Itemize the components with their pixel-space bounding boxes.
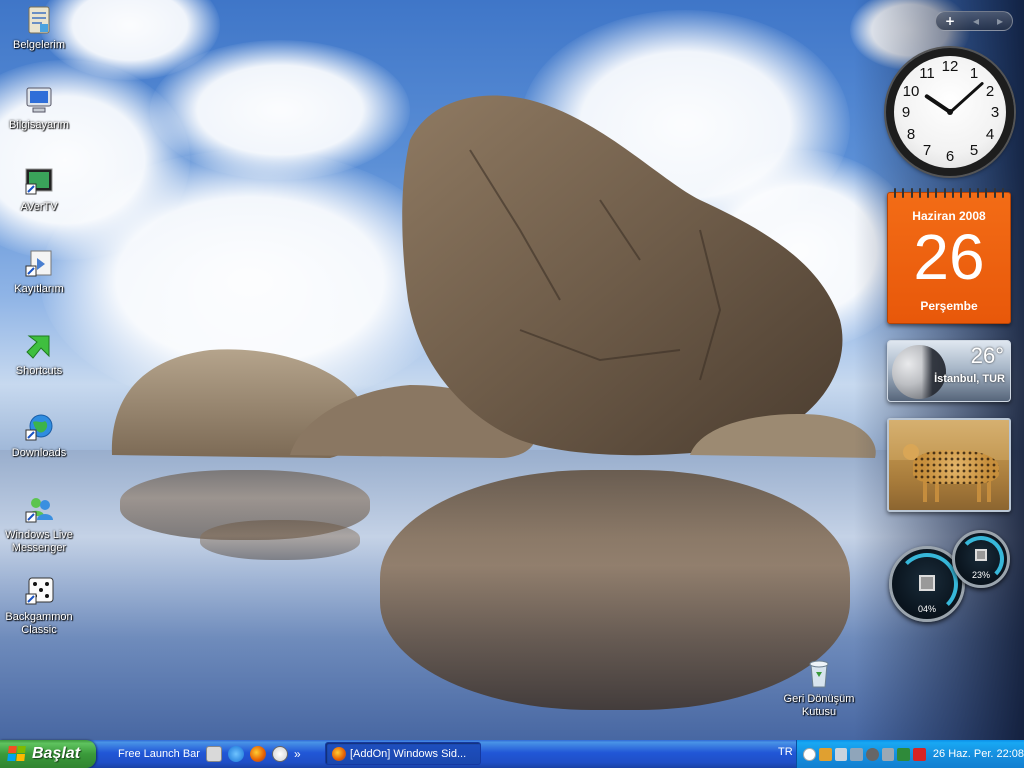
quick-launch-overflow-button[interactable]: » bbox=[294, 747, 301, 761]
calendar-rings bbox=[894, 188, 1004, 198]
weather-gadget[interactable]: 26° İstanbul, TUR bbox=[887, 340, 1011, 402]
desktop-icon-kayitlarim[interactable]: Kayıtlarım bbox=[2, 248, 76, 296]
desktop-icon-label: Geri Dönüşüm Kutusu bbox=[783, 693, 855, 718]
desktop-icon-label: AVerTV bbox=[20, 201, 58, 213]
calendar-day: 26 bbox=[913, 221, 985, 293]
desktop[interactable] bbox=[0, 0, 1024, 740]
desktop-icon-windows-live-messenger[interactable]: Windows Live Messenger bbox=[2, 494, 76, 555]
start-label: Başlat bbox=[32, 745, 81, 762]
sidebar-controls: + ◂ ▸ bbox=[935, 11, 1013, 31]
my-computer-icon bbox=[23, 84, 55, 116]
clock-number: 8 bbox=[906, 126, 916, 143]
desktop-icon-backgammon-classic[interactable]: Backgammon Classic bbox=[2, 576, 76, 637]
window-button-label: [AddOn] Windows Sid... bbox=[350, 747, 467, 760]
volume-icon[interactable] bbox=[850, 747, 863, 761]
dice-icon bbox=[23, 576, 55, 608]
tray-expand-icon[interactable] bbox=[803, 747, 816, 761]
add-gadget-button[interactable]: + bbox=[945, 14, 955, 28]
clock-number: 2 bbox=[985, 83, 995, 100]
system-tray: 26 Haz. Per. 22:08 bbox=[796, 740, 1024, 768]
clock-number: 9 bbox=[901, 104, 911, 121]
messenger-icon bbox=[23, 494, 55, 526]
desktop-icon-downloads[interactable]: Downloads bbox=[2, 412, 76, 460]
desktop-icon-recycle-bin[interactable]: Geri Dönüşüm Kutusu bbox=[782, 658, 856, 719]
taskbar-window-button[interactable]: [AddOn] Windows Sid... bbox=[325, 742, 481, 765]
clock-minute-hand bbox=[948, 81, 984, 114]
clock-center bbox=[947, 109, 953, 115]
weather-city: İstanbul, TUR bbox=[934, 373, 1005, 385]
desktop-icon-avertv[interactable]: AVerTV bbox=[2, 166, 76, 214]
cheetah-spots bbox=[913, 450, 999, 484]
avertv-icon bbox=[23, 166, 55, 198]
slideshow-gadget[interactable] bbox=[887, 418, 1011, 512]
clock-number: 12 bbox=[941, 58, 959, 75]
desktop-icon-label: Bilgisayarım bbox=[9, 119, 69, 131]
desktop-icon-label: Windows Live Messenger bbox=[5, 529, 73, 554]
desktop-icon-belgelerim[interactable]: Belgelerim bbox=[2, 4, 76, 52]
memory-meter-value: 23% bbox=[971, 570, 990, 580]
desktop-shortcut-icon[interactable] bbox=[205, 746, 222, 762]
firefox-icon bbox=[332, 746, 346, 761]
clock-number: 7 bbox=[922, 142, 932, 159]
recordings-shortcut-icon bbox=[23, 248, 55, 280]
cheetah-leg bbox=[923, 480, 927, 502]
tray-app-icon[interactable] bbox=[818, 747, 832, 761]
sidebar-next-button[interactable]: ▸ bbox=[997, 14, 1003, 28]
cheetah-leg bbox=[987, 480, 991, 502]
firefox-icon[interactable] bbox=[249, 746, 266, 762]
windows-logo-icon bbox=[7, 746, 27, 762]
sidebar-prev-button[interactable]: ◂ bbox=[973, 14, 979, 28]
clock-gadget[interactable]: 12 1 2 3 4 5 6 7 8 9 10 11 bbox=[886, 48, 1014, 176]
quick-launch: Free Launch Bar » bbox=[118, 746, 301, 762]
language-indicator[interactable]: TR bbox=[778, 746, 793, 758]
desktop-icon-shortcuts[interactable]: Shortcuts bbox=[2, 330, 76, 378]
desktop-icon-bilgisayarim[interactable]: Bilgisayarım bbox=[2, 84, 76, 132]
tray-app-icon[interactable] bbox=[897, 747, 911, 761]
free-launch-bar-label[interactable]: Free Launch Bar bbox=[118, 748, 200, 760]
memory-meter-gadget[interactable]: 23% bbox=[952, 530, 1010, 588]
weather-temperature: 26° bbox=[970, 343, 1004, 368]
tray-clock[interactable]: 26 Haz. Per. 22:08 bbox=[933, 748, 1024, 760]
moon-shadow bbox=[892, 345, 946, 399]
desktop-icon-label: Belgelerim bbox=[13, 39, 65, 51]
tray-app-icon[interactable] bbox=[865, 747, 879, 761]
clock-number: 10 bbox=[902, 83, 920, 100]
calendar-gadget[interactable]: Haziran 2008 26 Perşembe bbox=[887, 188, 1011, 324]
start-button[interactable]: Başlat bbox=[0, 740, 96, 768]
cpu-meter-value: 04% bbox=[917, 604, 936, 614]
clock-number: 1 bbox=[969, 65, 979, 82]
clock-number: 3 bbox=[990, 104, 1000, 121]
clock-number: 5 bbox=[969, 142, 979, 159]
cheetah-head bbox=[903, 444, 919, 460]
clock-number: 6 bbox=[945, 148, 955, 165]
clock-number: 11 bbox=[919, 65, 935, 82]
antivirus-icon[interactable] bbox=[913, 747, 926, 761]
desktop-icon-label: Shortcuts bbox=[15, 365, 63, 377]
clock-number: 4 bbox=[985, 126, 995, 143]
memory-chip-icon bbox=[975, 549, 987, 561]
desktop-icon-label: Backgammon Classic bbox=[5, 611, 73, 636]
calendar-weekday: Perşembe bbox=[920, 299, 978, 313]
recycle-bin-icon bbox=[803, 658, 835, 690]
tray-app-icon[interactable] bbox=[881, 747, 895, 761]
internet-explorer-icon[interactable] bbox=[227, 746, 244, 762]
network-icon[interactable] bbox=[834, 747, 848, 761]
desktop-icon-label: Downloads bbox=[11, 447, 67, 459]
media-player-icon[interactable] bbox=[271, 746, 288, 762]
desktop-icon-label: Kayıtlarım bbox=[14, 283, 64, 295]
cpu-chip-icon bbox=[919, 575, 935, 591]
documents-folder-icon bbox=[23, 4, 55, 36]
downloads-globe-icon bbox=[23, 412, 55, 444]
shortcut-arrow-icon bbox=[23, 330, 55, 362]
